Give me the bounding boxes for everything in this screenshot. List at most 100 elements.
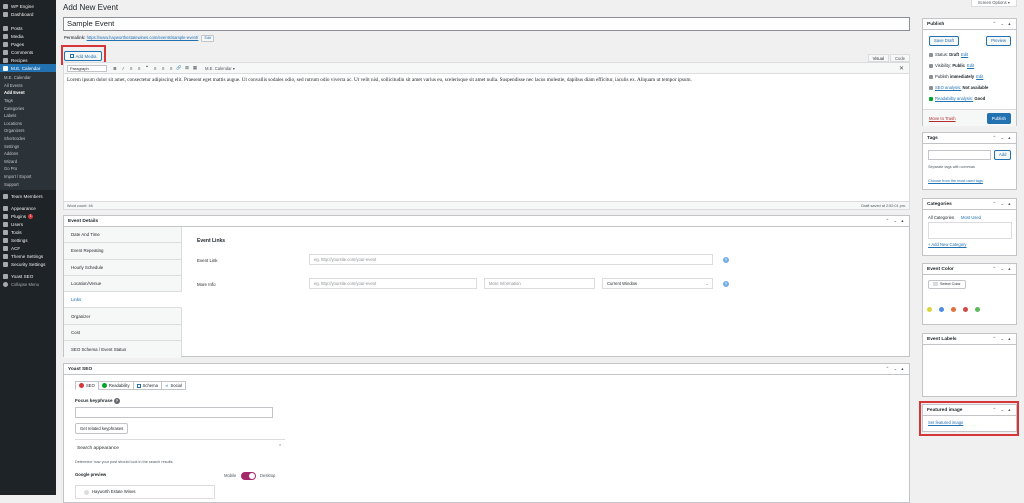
align-right-button[interactable]: ≡ (167, 66, 175, 71)
more-tag-button[interactable]: ⊠ (183, 65, 191, 71)
link-button[interactable]: 🔗 (175, 65, 183, 71)
color-swatch-yellow[interactable] (927, 307, 932, 312)
readability-analysis-link[interactable]: Readability analysis: (935, 96, 973, 101)
sidebar-item-recipes[interactable]: Recipes (0, 56, 56, 64)
submenu-addons[interactable]: Addons (0, 150, 56, 158)
tab-organizer[interactable]: Organizer (64, 308, 181, 325)
seo-analysis-link[interactable]: SEO analysis: (935, 85, 961, 90)
tag-input[interactable] (928, 150, 991, 160)
color-swatch-green[interactable] (975, 307, 980, 312)
color-swatch-blue[interactable] (939, 307, 944, 312)
submenu-organizers[interactable]: Organizers (0, 127, 56, 135)
submenu-import-export[interactable]: Import / Export (0, 173, 56, 181)
numbered-list-button[interactable]: ≡ (135, 66, 143, 71)
publish-header[interactable]: Publish ⌃ ⌄ ▴ (923, 19, 1016, 30)
quote-button[interactable]: ❝ (143, 65, 151, 71)
submenu-labels[interactable]: Labels (0, 112, 56, 120)
more-info-text-input[interactable]: More Information (484, 278, 595, 289)
sidebar-item-pages[interactable]: Pages (0, 40, 56, 48)
sidebar-item-yoast-seo[interactable]: Yoast SEO (0, 273, 56, 281)
preview-mode-toggle[interactable] (241, 472, 256, 480)
choose-most-used-tags-link[interactable]: Choose from the most used tags (928, 179, 983, 183)
categories-header[interactable]: Categories ⌃ ⌄ ▴ (923, 199, 1016, 210)
status-edit-link[interactable]: Edit (961, 52, 968, 57)
content-editor[interactable]: Paragraph B I ≡ ≡ ❝ ≡ ≡ ≡ 🔗 ⊠ ▦ M.E. Cal… (63, 62, 910, 210)
sidebar-item-posts[interactable]: Posts (0, 24, 56, 32)
tab-schema[interactable]: Schema (132, 381, 162, 390)
submenu-go-pro[interactable]: Go Pro (0, 165, 56, 173)
toolbar-toggle-button[interactable]: ▦ (191, 65, 199, 71)
sidebar-item-plugins[interactable]: Plugins 1 (0, 213, 56, 221)
sidebar-item-users[interactable]: Users (0, 221, 56, 229)
format-select[interactable]: Paragraph (67, 64, 107, 72)
chevron-up-icon[interactable]: ⌃ (278, 444, 282, 450)
add-new-category-link[interactable]: + Add New Category (928, 242, 967, 247)
event-link-input[interactable]: eg. http://yoursite.com/your-event (309, 254, 713, 265)
add-tag-button[interactable]: Add (994, 150, 1012, 160)
focus-keyphrase-input[interactable] (75, 407, 273, 418)
tab-hourly-schedule[interactable]: Hourly Schedule (64, 260, 181, 276)
tab-location-venue[interactable]: Location/Venue (64, 276, 181, 293)
box-arrows-icon[interactable]: ⌃ ⌄ ▴ (992, 135, 1012, 141)
color-swatch-red[interactable] (963, 307, 968, 312)
tab-date-and-time[interactable]: Date And Time (64, 227, 181, 244)
sidebar-item-acf[interactable]: ACF (0, 245, 56, 253)
submenu-tags[interactable]: Tags (0, 97, 56, 105)
bold-button[interactable]: B (111, 66, 119, 71)
publish-button[interactable]: Publish (986, 113, 1011, 124)
submenu-settings[interactable]: Settings (0, 142, 56, 150)
more-info-url-input[interactable]: eg. http://yoursite.com/your-event (309, 278, 477, 289)
post-title-input[interactable]: Sample Event (63, 17, 910, 31)
fullscreen-icon[interactable]: ✕ (899, 65, 904, 72)
help-icon[interactable]: ? (723, 281, 729, 287)
move-to-trash-link[interactable]: Move to Trash (929, 116, 956, 121)
target-window-select[interactable]: Current Window ⌄ (602, 278, 713, 289)
color-swatch-orange[interactable] (951, 307, 956, 312)
save-draft-button[interactable]: Save Draft (929, 36, 959, 46)
screen-options-button[interactable]: Screen Options ▾ (970, 0, 1017, 7)
tab-readability[interactable]: Readability (97, 381, 134, 390)
tags-header[interactable]: Tags ⌃ ⌄ ▴ (923, 133, 1016, 144)
search-appearance-toggle[interactable]: Search appearance (77, 446, 119, 451)
me-calendar-shortcode-button[interactable]: M.E. Calendar ▾ (205, 66, 235, 71)
submenu-support[interactable]: Support (0, 180, 56, 188)
tab-all-categories[interactable]: All Categories (928, 215, 954, 220)
sidebar-item-dashboard[interactable]: Dashboard (0, 10, 56, 18)
submenu-categories[interactable]: Categories (0, 104, 56, 112)
yoast-seo-header[interactable]: Yoast SEO ⌃ ⌄ ▴ (64, 364, 909, 375)
italic-button[interactable]: I (119, 66, 127, 71)
submenu-wizard[interactable]: Wizard (0, 158, 56, 166)
sidebar-item-team-members[interactable]: Team Members (0, 193, 56, 201)
submenu-locations[interactable]: Locations (0, 120, 56, 128)
event-color-header[interactable]: Event Color ⌃ ⌄ ▴ (923, 264, 1016, 275)
sidebar-item-comments[interactable]: Comments (0, 48, 56, 56)
sidebar-item-collapse-menu[interactable]: Collapse Menu (0, 281, 56, 289)
submenu-all-events[interactable]: All Events (0, 82, 56, 90)
tab-code[interactable]: Code (889, 54, 910, 62)
tab-event-repeating[interactable]: Event Repeating (64, 243, 181, 260)
tab-cost[interactable]: Cost (64, 325, 181, 342)
box-arrows-icon[interactable]: ⌃ ⌄ ▴ (992, 21, 1012, 27)
align-left-button[interactable]: ≡ (151, 66, 159, 71)
sidebar-item-wp-engine[interactable]: WP Engine (0, 2, 56, 10)
get-related-keyphrases-button[interactable]: Get related keyphrases (75, 423, 129, 434)
align-center-button[interactable]: ≡ (159, 66, 167, 71)
help-icon[interactable]: ? (113, 398, 120, 404)
sidebar-item-theme-settings[interactable]: Theme Settings (0, 253, 56, 261)
sidebar-item-settings[interactable]: Settings (0, 237, 56, 245)
editor-body[interactable]: Lorem ipsum dolor sit amet, consectetur … (64, 74, 909, 87)
help-icon[interactable]: ? (723, 257, 729, 263)
select-color-button[interactable]: Select Color (928, 280, 966, 289)
box-arrows-icon[interactable]: ⌃ ⌄ ▴ (885, 218, 905, 224)
permalink-link[interactable]: https://www.hayworthestatewines.com/even… (87, 35, 199, 40)
schedule-edit-link[interactable]: Edit (976, 74, 983, 79)
tab-social[interactable]: ⋖ Social (160, 381, 186, 390)
tab-most-used[interactable]: Most Used (961, 215, 981, 220)
tab-visual[interactable]: Visual (867, 54, 889, 62)
box-arrows-icon[interactable]: ⌃ ⌄ ▴ (992, 336, 1012, 342)
sidebar-item-security-settings[interactable]: Security Settings (0, 261, 56, 269)
category-checklist[interactable] (928, 222, 1012, 239)
submenu-add-event[interactable]: Add Event (0, 89, 56, 97)
event-details-header[interactable]: Event Details ⌃ ⌄ ▴ (64, 216, 909, 227)
sidebar-item-media[interactable]: Media (0, 32, 56, 40)
